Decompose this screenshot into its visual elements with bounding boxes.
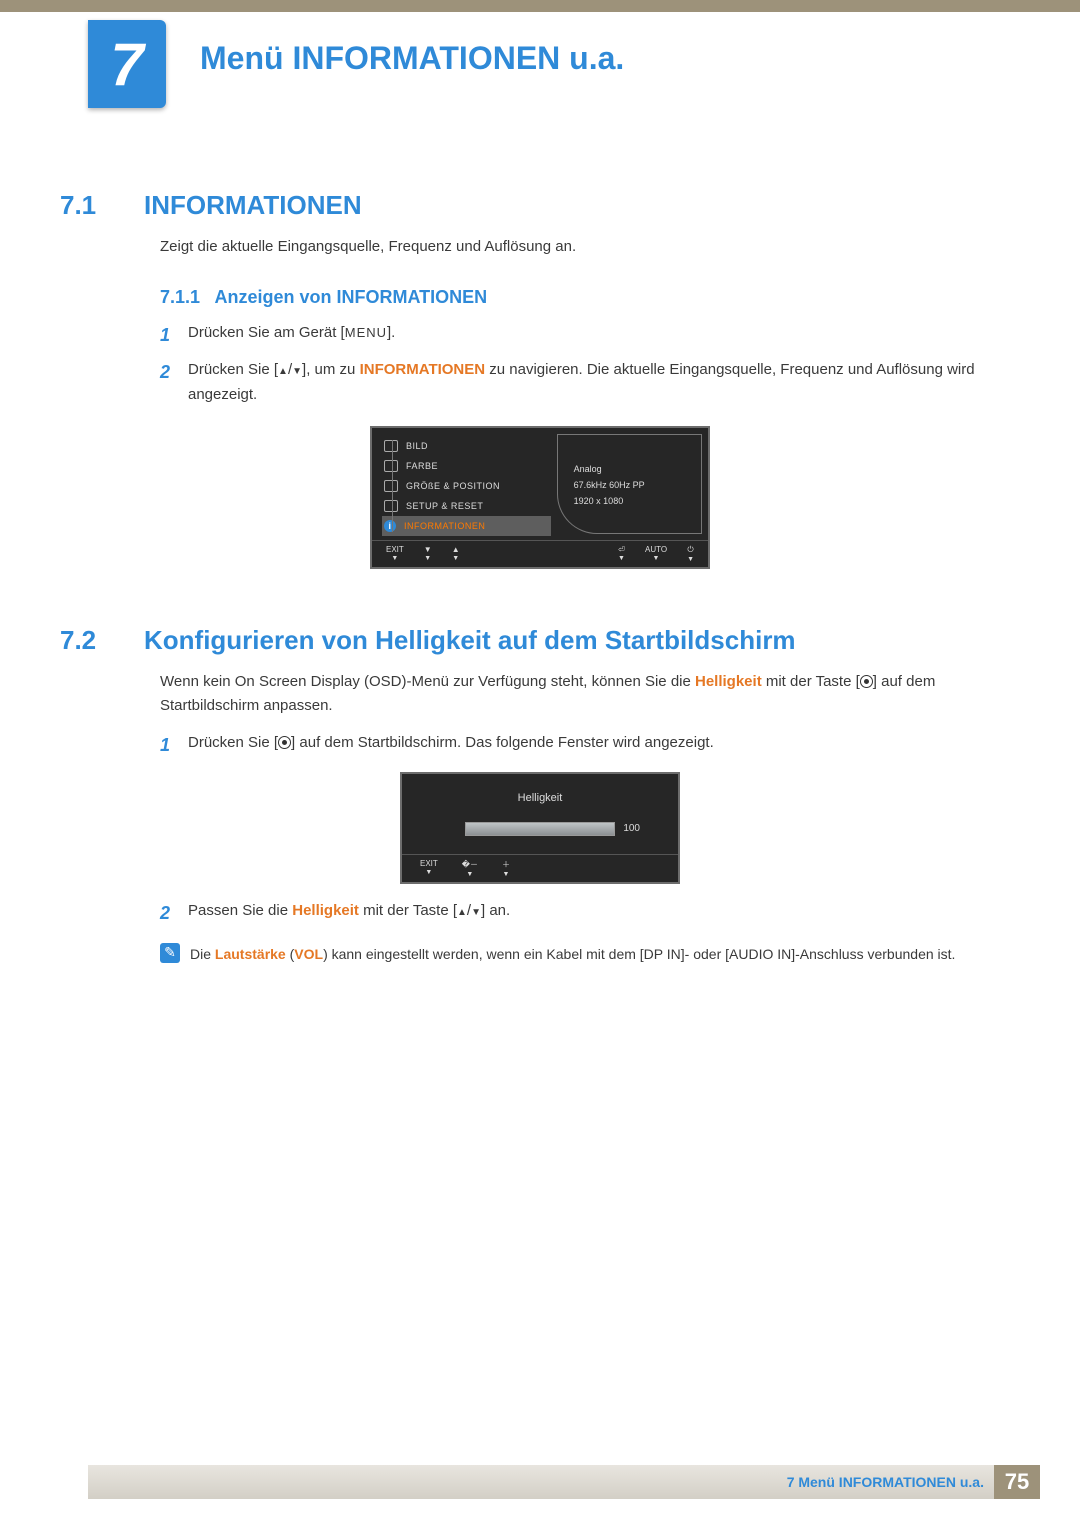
steps-7-2: 1 Drücken Sie [ ] auf dem Startbildschirm… [160, 730, 1020, 761]
osd-menu-list: BILD FARBE GRÖßE & POSITION SETUP & RESE… [372, 428, 557, 540]
color-icon [384, 460, 398, 472]
osd-information-figure: BILD FARBE GRÖßE & POSITION SETUP & RESE… [370, 426, 710, 569]
text: ] auf dem Startbildschirm. Das folgende … [291, 734, 714, 751]
note-icon: ✎ [160, 943, 180, 963]
step-1: 1 Drücken Sie [ ] auf dem Startbildschirm… [160, 730, 1020, 761]
osd-info-panel: Analog 67.6kHz 60Hz PP 1920 x 1080 [557, 434, 702, 534]
circle-dot-icon [860, 675, 873, 688]
text: Drücken Sie am Gerät [ [188, 324, 345, 341]
label: GRÖßE & POSITION [406, 481, 500, 491]
osd-plus: ＋▼ [502, 859, 510, 878]
osd-item-setup: SETUP & RESET [382, 496, 551, 516]
highlight-helligkeit: Helligkeit [695, 673, 762, 690]
osd-item-size: GRÖßE & POSITION [382, 476, 551, 496]
brightness-slider: 100 [465, 822, 615, 836]
circle-dot-icon [278, 736, 291, 749]
subsection-number: 7.1.1 [160, 287, 200, 307]
osd-up: ▲▼ [452, 545, 460, 562]
info-resolution: 1920 x 1080 [574, 493, 693, 509]
label: BILD [406, 441, 428, 451]
osd-item-bild: BILD [382, 436, 551, 456]
section-7-1-intro: Zeigt die aktuelle Eingangsquelle, Frequ… [160, 235, 1020, 259]
up-arrow-icon [278, 361, 288, 378]
text: ) kann eingestellt werden, wenn ein Kabe… [323, 946, 955, 962]
step-number: 2 [160, 357, 176, 408]
section-number: 7.1 [60, 190, 118, 221]
note: ✎ Die Lautstärke (VOL) kann eingestellt … [160, 943, 1020, 967]
step-text: Drücken Sie [/], um zu INFORMATIONEN zu … [188, 357, 1020, 408]
step-text: Drücken Sie am Gerät [MENU]. [188, 320, 395, 351]
section-7-2-heading: 7.2 Konfigurieren von Helligkeit auf dem… [60, 625, 1020, 656]
steps-7-1-1: 1 Drücken Sie am Gerät [MENU]. 2 Drücken… [160, 320, 1020, 408]
step-text: Passen Sie die Helligkeit mit der Taste … [188, 898, 510, 929]
label: INFORMATIONEN [404, 521, 485, 531]
subsection-title: Anzeigen von INFORMATIONEN [215, 287, 488, 307]
section-title: Konfigurieren von Helligkeit auf dem Sta… [144, 625, 796, 656]
gear-icon [384, 500, 398, 512]
highlight-lautstaerke: Lautstärke [215, 946, 286, 962]
info-source: Analog [574, 461, 693, 477]
page-footer: 7 Menü INFORMATIONEN u.a. 75 [88, 1465, 1040, 1499]
osd-brightness-figure: Helligkeit 100 EXIT▼ �－▼ ＋▼ [400, 772, 680, 884]
up-arrow-icon [457, 902, 467, 919]
osd-minus: �－▼ [462, 859, 478, 878]
text: ], um zu [302, 361, 360, 378]
step-2: 2 Drücken Sie [/], um zu INFORMATIONEN z… [160, 357, 1020, 408]
highlight-vol: VOL [294, 946, 323, 962]
label: FARBE [406, 461, 438, 471]
step-number: 2 [160, 898, 176, 929]
text: Die [190, 946, 215, 962]
info-icon: i [384, 520, 396, 532]
note-text: Die Lautstärke (VOL) kann eingestellt we… [190, 943, 955, 967]
menu-connector-line [392, 440, 393, 532]
label: SETUP & RESET [406, 501, 483, 511]
down-arrow-icon [471, 902, 481, 919]
osd-auto: AUTO▼ [645, 545, 667, 562]
down-arrow-icon [292, 361, 302, 378]
osd-enter: ⏎▼ [618, 545, 625, 562]
steps-7-2-cont: 2 Passen Sie die Helligkeit mit der Tast… [160, 898, 1020, 929]
highlight-informationen: INFORMATIONEN [360, 361, 486, 378]
size-icon [384, 480, 398, 492]
text: Passen Sie die [188, 902, 292, 919]
text: mit der Taste [ [762, 673, 860, 690]
osd-footer: EXIT▼ ▼▼ ▲▼ ⏎▼ AUTO▼ ⏻▼ [372, 540, 708, 567]
text: Drücken Sie [ [188, 361, 278, 378]
text: ]. [387, 324, 395, 341]
text: ( [286, 946, 295, 962]
step-text: Drücken Sie [ ] auf dem Startbildschirm. … [188, 730, 714, 761]
info-frequency: 67.6kHz 60Hz PP [574, 477, 693, 493]
section-title: INFORMATIONEN [144, 190, 362, 221]
section-7-1-heading: 7.1 INFORMATIONEN [60, 190, 1020, 221]
osd-exit: EXIT▼ [420, 859, 438, 878]
osd-power: ⏻▼ [687, 545, 694, 563]
page-content: 7.1 INFORMATIONEN Zeigt die aktuelle Ein… [60, 170, 1020, 967]
subsection-7-1-1-heading: 7.1.1 Anzeigen von INFORMATIONEN [160, 287, 1020, 308]
section-7-2-intro: Wenn kein On Screen Display (OSD)-Menü z… [160, 670, 1020, 718]
osd-brightness-title: Helligkeit [402, 774, 678, 812]
top-stripe [0, 0, 1080, 12]
osd-item-farbe: FARBE [382, 456, 551, 476]
step-2: 2 Passen Sie die Helligkeit mit der Tast… [160, 898, 1020, 929]
text: ] an. [481, 902, 510, 919]
osd-down: ▼▼ [424, 545, 432, 562]
osd-brightness-footer: EXIT▼ �－▼ ＋▼ [402, 854, 678, 882]
text: mit der Taste [ [359, 902, 457, 919]
text: Drücken Sie [ [188, 734, 278, 751]
chapter-number-tab: 7 [88, 20, 166, 108]
section-number: 7.2 [60, 625, 118, 656]
osd-exit: EXIT▼ [386, 545, 404, 562]
step-number: 1 [160, 320, 176, 351]
step-number: 1 [160, 730, 176, 761]
menu-label: MENU [345, 325, 387, 340]
chapter-title: Menü INFORMATIONEN u.a. [200, 40, 624, 77]
footer-page-number: 75 [994, 1465, 1040, 1499]
osd-item-informationen-selected: i INFORMATIONEN [382, 516, 551, 536]
brightness-value: 100 [623, 823, 640, 834]
step-1: 1 Drücken Sie am Gerät [MENU]. [160, 320, 1020, 351]
text: Wenn kein On Screen Display (OSD)-Menü z… [160, 673, 695, 690]
footer-chapter-label: 7 Menü INFORMATIONEN u.a. [787, 1474, 984, 1490]
highlight-helligkeit: Helligkeit [292, 902, 359, 919]
picture-icon [384, 440, 398, 452]
